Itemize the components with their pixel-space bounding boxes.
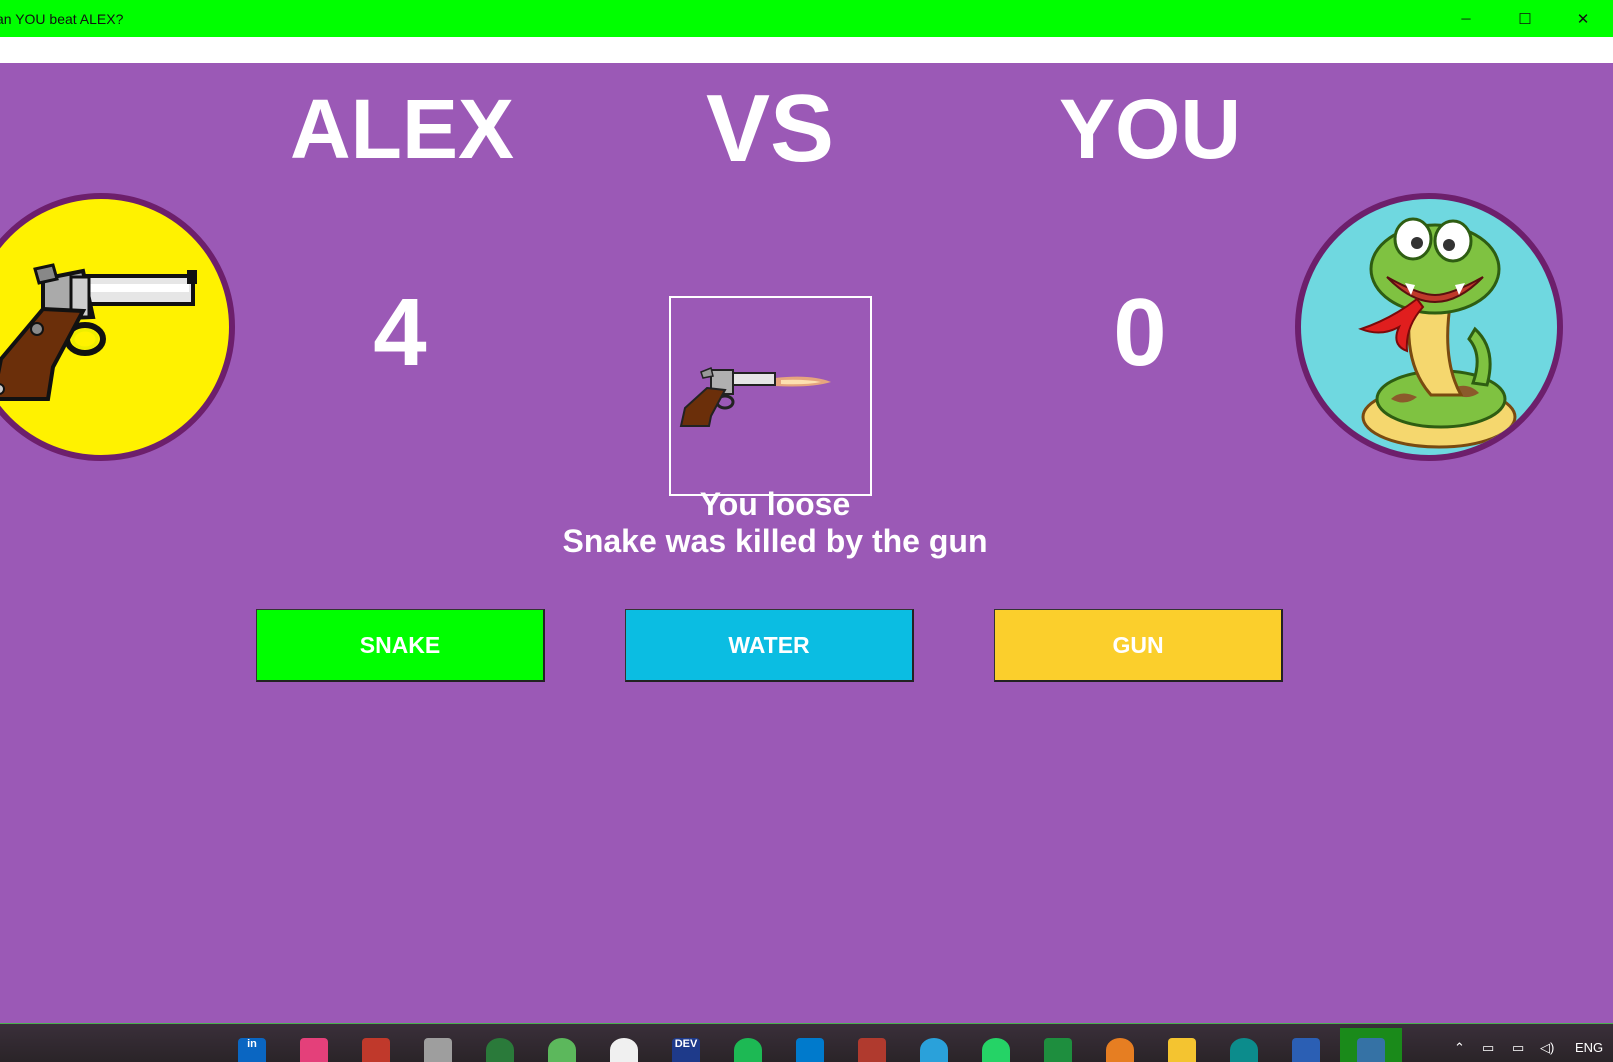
tray-chevron-icon[interactable]: ⌃: [1454, 1040, 1465, 1056]
download-icon[interactable]: [424, 1038, 452, 1062]
language-indicator[interactable]: ENG: [1575, 1040, 1603, 1055]
app-icon[interactable]: [610, 1038, 638, 1062]
result-outcome-text: You loose: [699, 486, 851, 522]
result-image-box: [669, 296, 872, 496]
network-icon[interactable]: ▭: [1512, 1040, 1524, 1056]
dev-label: DEV: [674, 1038, 698, 1050]
vs-label: VS: [705, 75, 835, 182]
result-reason-text: Snake was killed by the gun: [562, 523, 988, 559]
window-title: an YOU beat ALEX?: [0, 11, 124, 27]
vscode-icon[interactable]: [796, 1038, 824, 1062]
telegram-icon[interactable]: [920, 1038, 948, 1062]
game-area: ALEX VS YOU 4 0 You loose Snake was kill…: [0, 63, 1613, 1023]
menu-strip: [0, 37, 1613, 63]
classroom-icon[interactable]: [1044, 1038, 1072, 1062]
linkedin-icon[interactable]: in: [238, 1038, 266, 1062]
water-button[interactable]: WATER: [625, 609, 914, 682]
close-button[interactable]: ✕: [1560, 0, 1606, 37]
whatsapp-icon[interactable]: [982, 1038, 1010, 1062]
firing-revolver-icon: [679, 366, 831, 427]
edge-icon[interactable]: [1230, 1038, 1258, 1062]
video-editor-icon[interactable]: [300, 1038, 328, 1062]
battery-icon[interactable]: ▭: [1482, 1040, 1494, 1056]
media-icon[interactable]: [1106, 1038, 1134, 1062]
taskbar: in DEV ⌃ ▭ ▭ ◁) ENG: [0, 1023, 1613, 1062]
folder-icon[interactable]: [1168, 1038, 1196, 1062]
title-bar: an YOU beat ALEX? ─ ☐ ✕: [0, 0, 1613, 37]
alex-label: ALEX: [289, 82, 515, 176]
utorrent-icon[interactable]: [548, 1038, 576, 1062]
gun-button[interactable]: GUN: [994, 609, 1283, 682]
close-icon: ✕: [1576, 10, 1590, 28]
you-score: 0: [1113, 279, 1167, 386]
alex-choice-avatar: [0, 193, 235, 461]
python-app-taskbar-item[interactable]: [1340, 1028, 1402, 1062]
minimize-button[interactable]: ─: [1443, 0, 1489, 37]
powershell-icon[interactable]: [1292, 1038, 1320, 1062]
store-icon[interactable]: [362, 1038, 390, 1062]
snake-button[interactable]: SNAKE: [256, 609, 545, 682]
you-choice-avatar: [1295, 193, 1563, 461]
alex-score: 4: [373, 279, 427, 386]
volume-icon[interactable]: ◁): [1540, 1040, 1554, 1056]
maximize-button[interactable]: ☐: [1502, 0, 1548, 37]
maximize-icon: ☐: [1518, 10, 1532, 28]
you-label: YOU: [1058, 82, 1242, 176]
snake-icon: [1358, 217, 1517, 449]
minimize-icon: ─: [1461, 11, 1471, 26]
upwork-icon[interactable]: [486, 1038, 514, 1062]
dev-icon[interactable]: DEV: [672, 1038, 700, 1062]
python-icon: [1357, 1038, 1385, 1062]
revolver-icon: [0, 263, 197, 401]
spotify-icon[interactable]: [734, 1038, 762, 1062]
app-red-icon[interactable]: [858, 1038, 886, 1062]
